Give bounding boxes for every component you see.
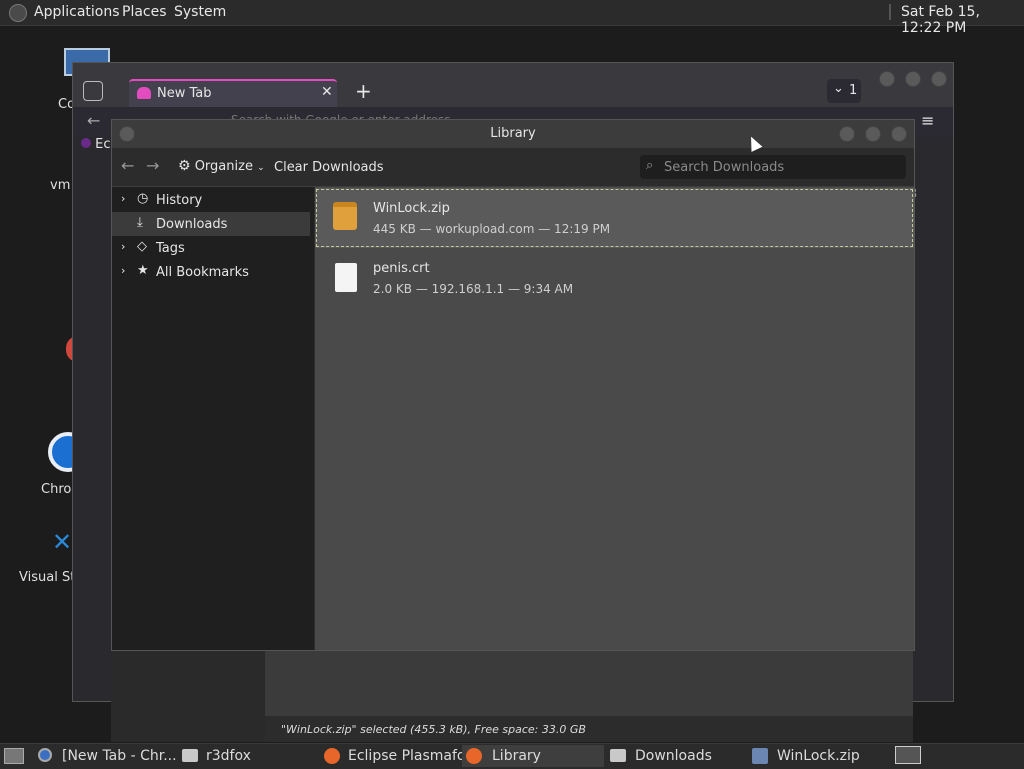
sidebar-item-downloads[interactable]: ⤓ Downloads [112, 212, 310, 236]
taskbar-item-library[interactable]: Library [462, 745, 604, 767]
top-panel: Applications Places System Sat Feb 15, 1… [0, 0, 1024, 36]
taskbar-item-label: [New Tab - Chr... [62, 748, 177, 764]
close-button[interactable] [891, 126, 907, 142]
clock-icon: ◷ [137, 191, 149, 206]
chevron-down-icon: ⌄ [833, 81, 844, 96]
download-name: penis.crt [373, 261, 430, 276]
back-arrow-icon[interactable]: ← [87, 111, 100, 130]
tab-new-tab[interactable]: New Tab ✕ [129, 79, 337, 109]
folder-icon [610, 749, 626, 762]
desktop-icon-label: Chro [41, 482, 72, 497]
taskbar-item-label: Library [492, 748, 541, 764]
sidebar-item-label: All Bookmarks [156, 265, 249, 280]
taskbar-item-r3dfox[interactable]: r3dfox [178, 745, 318, 767]
status-text: "WinLock.zip" selected (455.3 kB), Free … [281, 723, 586, 736]
organize-label: Organize [194, 159, 253, 174]
bookmark-icon [81, 138, 91, 148]
organize-button[interactable]: ⚙ Organize ⌄ [178, 158, 265, 178]
archive-manager-icon [752, 748, 768, 764]
download-item[interactable]: penis.crt 2.0 KB — 192.168.1.1 — 9:34 AM [315, 248, 914, 308]
menu-icon[interactable]: ≡ [921, 111, 934, 130]
chevron-right-icon[interactable]: › [121, 264, 125, 277]
sidebar-item-label: Downloads [156, 217, 228, 232]
firefox-tab-icon [137, 87, 151, 99]
close-button[interactable] [931, 71, 947, 87]
firefox-icon [324, 748, 340, 764]
workspace-switcher[interactable] [895, 746, 921, 764]
download-icon: ⤓ [137, 215, 143, 230]
status-bar: "WinLock.zip" selected (455.3 kB), Free … [265, 716, 913, 742]
search-input[interactable]: ⌕ Search Downloads [640, 155, 906, 179]
chromium-icon [38, 748, 52, 762]
library-titlebar[interactable]: Library [112, 120, 914, 148]
taskbar-item-new-tab[interactable]: [New Tab - Chr... [34, 745, 177, 767]
back-arrow-icon[interactable]: ← [121, 156, 134, 175]
panel-separator [889, 4, 891, 20]
gear-icon: ⚙ [178, 158, 191, 174]
downloads-list: WinLock.zip 445 KB — workupload.com — 12… [315, 187, 914, 650]
sidebar-item-all-bookmarks[interactable]: › ★ All Bookmarks [112, 260, 310, 284]
library-toolbar: ← → ⚙ Organize ⌄ Clear Downloads ⌕ Searc… [112, 148, 914, 187]
show-desktop-icon[interactable] [4, 748, 24, 764]
library-sidebar: › ◷ History ⤓ Downloads › ◇ Tags › ★ All… [112, 187, 314, 650]
chevron-right-icon[interactable]: › [121, 240, 125, 253]
firefox-content-region [265, 648, 913, 716]
taskbar-item-label: Eclipse Plasmafox [348, 748, 474, 764]
folder-icon [182, 749, 198, 762]
maximize-button[interactable] [865, 126, 881, 142]
taskbar-item-downloads[interactable]: Downloads [606, 745, 746, 767]
forward-arrow-icon[interactable]: → [146, 156, 159, 175]
new-tab-button[interactable]: + [355, 79, 372, 103]
taskbar-item-label: WinLock.zip [777, 748, 860, 764]
minimize-button[interactable] [839, 126, 855, 142]
tag-icon: ◇ [137, 239, 147, 254]
vscode-icon[interactable]: ✕ [52, 530, 74, 554]
download-name: WinLock.zip [373, 201, 450, 216]
sidebar-item-label: History [156, 193, 203, 208]
bookmark-item[interactable]: Ec [81, 137, 115, 155]
clear-downloads-button[interactable]: Clear Downloads [274, 160, 384, 175]
zip-archive-icon [333, 202, 357, 230]
bookmark-label: Ec [95, 137, 111, 152]
taskbar-item-label: Downloads [635, 748, 712, 764]
clock[interactable]: Sat Feb 15, 12:22 PM [901, 4, 1024, 36]
desktop-icon-label: vm [50, 178, 71, 193]
firefox-tabbar: New Tab ✕ + ⌄ 1 [73, 63, 953, 109]
download-meta: 445 KB — workupload.com — 12:19 PM [373, 222, 611, 236]
distro-logo-icon[interactable] [9, 4, 27, 22]
window-title: Library [490, 126, 536, 141]
sidebar-item-history[interactable]: › ◷ History [112, 188, 310, 212]
taskbar: [New Tab - Chr... r3dfox Eclipse Plasmaf… [0, 743, 1024, 769]
library-window: Library ← → ⚙ Organize ⌄ Clear Downloads… [111, 119, 915, 651]
download-meta: 2.0 KB — 192.168.1.1 — 9:34 AM [373, 282, 574, 296]
sidebar-item-label: Tags [156, 241, 185, 256]
applications-menu[interactable]: Applications [34, 4, 120, 20]
search-icon: ⌕ [646, 158, 654, 173]
search-placeholder: Search Downloads [664, 160, 785, 175]
taskbar-item-label: r3dfox [206, 748, 251, 764]
star-icon: ★ [137, 263, 149, 278]
chevron-down-icon: ⌄ [257, 163, 265, 173]
maximize-button[interactable] [905, 71, 921, 87]
taskbar-item-eclipse-plasmafox[interactable]: Eclipse Plasmafox [320, 745, 473, 767]
download-item[interactable]: WinLock.zip 445 KB — workupload.com — 12… [315, 188, 914, 248]
chevron-right-icon[interactable]: › [121, 192, 125, 205]
document-icon [335, 263, 357, 292]
tab-title: New Tab [157, 86, 212, 101]
tab-count: 1 [849, 83, 858, 98]
places-menu[interactable]: Places [122, 4, 167, 20]
minimize-button[interactable] [879, 71, 895, 87]
sidebar-item-tags[interactable]: › ◇ Tags [112, 236, 310, 260]
taskbar-item-winlock-zip[interactable]: WinLock.zip [748, 745, 888, 767]
tab-list-button[interactable]: ⌄ 1 [827, 79, 861, 103]
tab-close-icon[interactable]: ✕ [321, 84, 333, 100]
system-menu[interactable]: System [174, 4, 226, 20]
firefox-icon [466, 748, 482, 764]
tab-overview-button[interactable] [83, 81, 103, 101]
firefox-sidebar-region [111, 648, 265, 742]
